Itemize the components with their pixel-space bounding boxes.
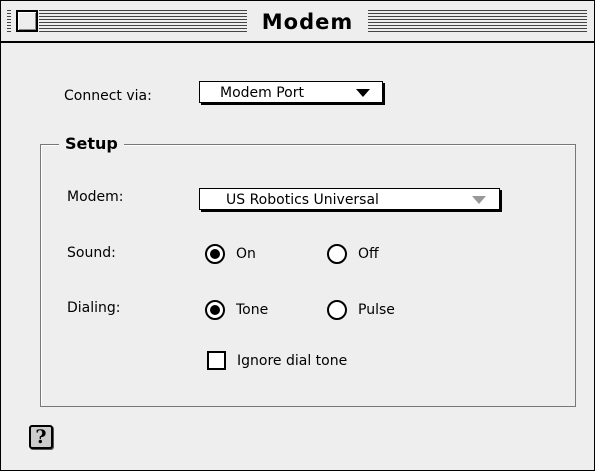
- title-bar-stripes-left: [7, 10, 247, 32]
- connect-via-label: Connect via:: [64, 88, 152, 104]
- modem-label: Modem:: [67, 189, 124, 205]
- ignore-dial-tone-checkbox[interactable]: [207, 351, 226, 370]
- modem-window: Modem Connect via: Modem Port Setup Mode…: [0, 0, 595, 471]
- popup-arrow-icon: [472, 196, 486, 204]
- sound-on-label[interactable]: On: [236, 245, 256, 263]
- connect-via-value: Modem Port: [220, 85, 304, 101]
- window-title: Modem: [247, 9, 368, 35]
- radio-selected-dot-icon: [210, 305, 220, 315]
- modem-value: US Robotics Universal: [226, 192, 379, 208]
- sound-label: Sound:: [67, 245, 116, 261]
- modem-popup[interactable]: US Robotics Universal: [199, 188, 500, 210]
- dialing-tone-label[interactable]: Tone: [236, 301, 268, 319]
- dialing-pulse-label[interactable]: Pulse: [358, 301, 395, 319]
- sound-off-radio[interactable]: [327, 244, 347, 264]
- radio-selected-dot-icon: [210, 249, 220, 259]
- dialing-label: Dialing:: [67, 300, 121, 316]
- setup-group-title: Setup: [59, 133, 124, 155]
- sound-on-radio[interactable]: [205, 244, 225, 264]
- title-bar[interactable]: Modem: [1, 1, 594, 43]
- connect-via-popup[interactable]: Modem Port: [199, 81, 383, 103]
- help-icon[interactable]: ?: [29, 425, 53, 449]
- dialing-tone-radio[interactable]: [205, 300, 225, 320]
- ignore-dial-tone-label[interactable]: Ignore dial tone: [237, 352, 347, 370]
- close-box-icon[interactable]: [16, 10, 38, 32]
- sound-off-label[interactable]: Off: [358, 245, 379, 263]
- popup-arrow-icon: [356, 89, 370, 97]
- dialing-pulse-radio[interactable]: [327, 300, 347, 320]
- title-bar-stripes-right: [368, 10, 587, 32]
